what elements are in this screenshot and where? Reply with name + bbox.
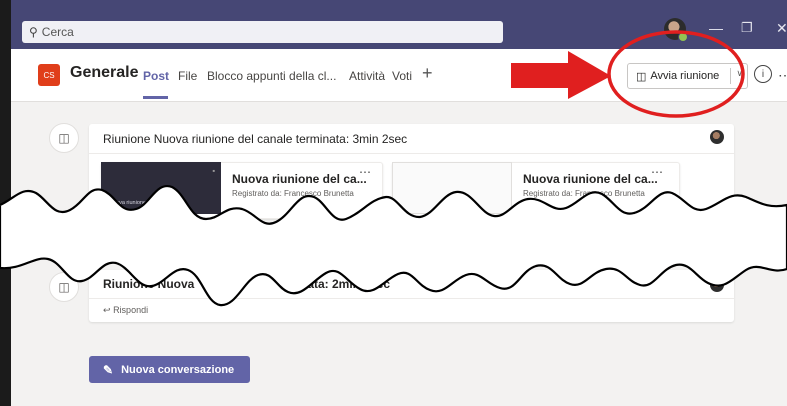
camera-icon: ◫ (636, 70, 647, 83)
more-options-icon[interactable]: ⋯ (651, 165, 663, 179)
reply-link[interactable]: ↩ Rispondi (103, 305, 148, 316)
tab-class-notebook[interactable]: Blocco appunti della cl... (207, 69, 336, 83)
button-separator (730, 68, 731, 84)
tab-grades[interactable]: Voti (392, 69, 412, 83)
meeting-event-icon: ◫ (49, 272, 79, 302)
meeting-title-right: minata: 2min 4sec (286, 277, 391, 291)
meeting-title: Riunione Nuova riunione del canale termi… (103, 132, 408, 146)
new-conversation-button[interactable]: ✎ Nuova conversazione (89, 356, 250, 383)
minimize-icon[interactable]: — (709, 20, 723, 36)
post-divider (89, 298, 734, 299)
search-icon: ⚲ (29, 25, 38, 39)
recording-subtitle: Registrato da: Francesco Brunetta (232, 189, 354, 198)
search-placeholder: Cerca (41, 25, 74, 39)
search-box[interactable]: ⚲ Cerca (22, 21, 503, 43)
start-meeting-button[interactable]: ◫ Avvia riunione ∨ (627, 63, 748, 89)
info-icon[interactable]: i (754, 65, 772, 83)
reply-arrow-icon: ↩ (103, 305, 111, 315)
user-avatar[interactable] (664, 18, 688, 42)
meeting-event-icon: ◫ (49, 123, 79, 153)
recording-title: Nuova riunione del ca... (232, 172, 367, 186)
recording-subtitle: Registrato da: Francesco Brunetta (523, 189, 645, 198)
tab-activity[interactable]: Attività (349, 69, 385, 83)
thumbnail-mark: ■ (212, 168, 215, 173)
participant-avatar (710, 130, 724, 144)
chevron-down-icon[interactable]: ∨ (736, 68, 743, 79)
meeting-title-left: Riunione Nuova (103, 277, 195, 291)
team-avatar: CS (38, 64, 60, 86)
teams-window: ⚲ Cerca — ❐ ✕ CS Generale Post File Bloc… (0, 0, 787, 406)
recording-thumbnail: ■ Nuova riunione del canale (101, 162, 221, 214)
post-divider (89, 153, 734, 154)
start-meeting-label: Avvia riunione (650, 70, 720, 82)
add-tab-icon[interactable]: + (422, 63, 433, 84)
close-icon[interactable]: ✕ (776, 20, 787, 37)
active-tab-indicator (143, 96, 168, 99)
more-options-icon[interactable]: ⋯ (778, 67, 787, 84)
more-options-icon[interactable]: ⋯ (359, 165, 371, 179)
reply-label: Rispondi (113, 305, 149, 315)
channel-name: Generale (70, 64, 139, 81)
left-edge-bar (0, 0, 11, 406)
recording-title: Nuova riunione del ca... (523, 172, 658, 186)
channel-header: CS Generale Post File Blocco appunti del… (11, 49, 787, 102)
tab-post[interactable]: Post (143, 69, 169, 83)
team-initials: CS (43, 70, 55, 80)
thumbnail-caption: Nuova riunione del canale (109, 200, 173, 206)
recording-thumbnail (392, 162, 512, 214)
new-conversation-label: Nuova conversazione (121, 363, 235, 376)
maximize-icon[interactable]: ❐ (741, 20, 753, 36)
presence-available-icon (678, 32, 688, 42)
compose-icon: ✎ (103, 362, 114, 377)
tab-file[interactable]: File (178, 69, 197, 83)
participant-avatar (710, 278, 724, 292)
